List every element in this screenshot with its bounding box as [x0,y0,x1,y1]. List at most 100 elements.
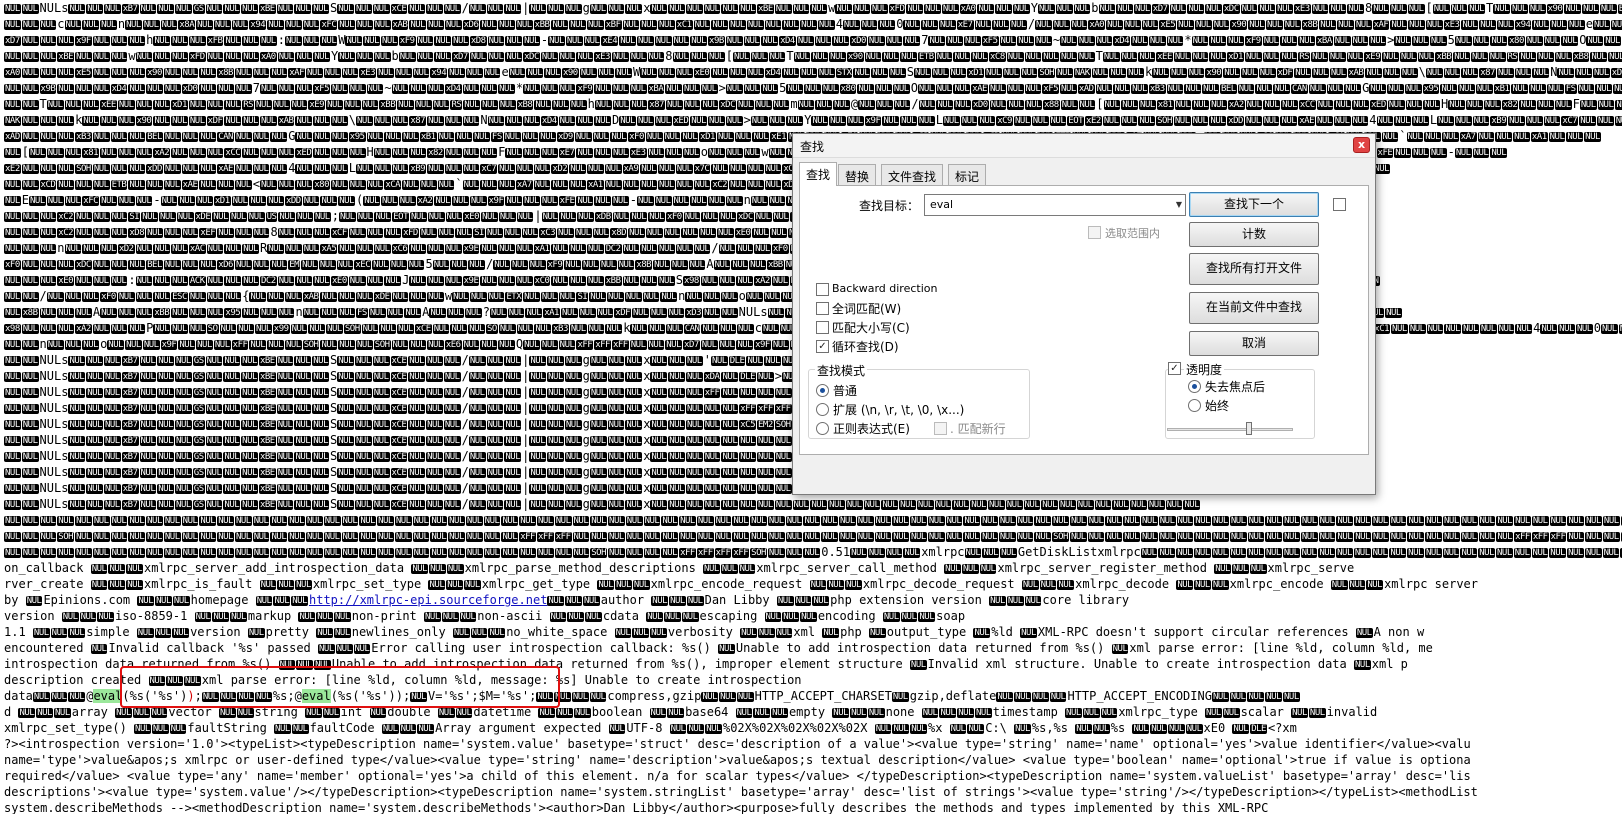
control-char-token: NUL [473,132,490,142]
find-next-button[interactable]: 查找下一个 [1189,192,1319,217]
control-char-token: NUL [1546,84,1564,94]
text-token: n [57,241,65,255]
control-char-token: NUL [426,420,443,430]
control-char-token: NUL [630,324,648,334]
control-char-token: NUL [583,36,601,46]
control-char-token: NUL [426,372,443,382]
count-button[interactable]: 计数 [1189,222,1319,247]
control-char-token: NUL [1497,324,1515,334]
control-char-token: NUL [1098,4,1116,14]
wrap-around-checkbox[interactable]: ✓ [816,340,829,353]
control-char-token: NUL [234,532,252,542]
control-char-token: NUL [654,36,672,46]
control-char-token: NUL [701,692,719,702]
control-char-token: NUL [1041,500,1059,510]
find-in-current-file-button[interactable]: 在当前文件中查找 [1189,292,1319,324]
control-char-token: NUL [432,324,450,334]
control-char-token: NUL [79,612,97,622]
control-char-token: NUL [206,244,224,254]
find-dialog[interactable]: 查找 x 查找 替换 文件查找 标记 查找目标： eval ▼ 查找下一个 选取… [792,133,1376,495]
control-char-token: NUL [661,532,679,542]
control-char-token: NUL [1454,36,1472,46]
control-char-token: NUL [1394,148,1412,158]
control-char-token: NUL [918,100,936,110]
transparency-always-radio[interactable] [1188,399,1201,412]
text-token: to [635,673,658,687]
close-button[interactable]: x [1353,137,1370,153]
control-char-token: NUL [242,52,259,62]
control-char-token: NUL [1391,324,1408,334]
control-char-token: NUL [899,500,916,510]
find-next-extra-checkbox[interactable] [1333,198,1346,211]
control-char-token: NUL [337,356,354,366]
control-char-token: NUL [39,116,57,126]
search-input[interactable]: eval ▼ [924,194,1186,216]
control-char-token: NUL [139,4,157,14]
cancel-button[interactable]: 取消 [1189,331,1319,356]
control-char-token: NUL [1158,516,1176,526]
control-char-token: NUL [1012,4,1030,14]
tab-mark[interactable]: 标记 [948,164,987,185]
control-char-token: NUL [486,500,504,510]
control-char-token: NUL [1513,132,1530,142]
control-char-token: NUL [529,388,547,398]
transparency-on-lose-focus-radio[interactable] [1188,380,1201,393]
control-char-token: NUL [625,548,643,558]
tab-find[interactable]: 查找 [799,162,838,186]
tab-replace[interactable]: 替换 [838,164,877,185]
control-char-token: NUL [312,372,329,382]
control-char-token: xAD [4,132,21,142]
text-token: %s,%s [1031,721,1076,735]
whole-word-checkbox[interactable] [816,302,829,315]
control-char-token: NUL [578,308,596,318]
control-char-token: NUL [743,36,761,46]
mode-extended-radio[interactable] [816,403,829,416]
mode-normal-radio[interactable] [816,384,829,397]
control-char-token: NUL [249,196,267,206]
in-selection-checkbox[interactable] [1088,226,1101,239]
dot-matches-newline-checkbox[interactable] [934,422,947,435]
backward-direction-checkbox[interactable] [816,283,829,296]
control-char-token: NUL [505,52,523,62]
control-char-token: NUL [672,36,690,46]
control-char-token: SOH [57,532,75,542]
control-char-token: NUL [4,244,21,254]
dialog-titlebar[interactable]: 查找 x [793,134,1375,158]
control-char-token: NUL [468,500,486,510]
text-token: / [461,369,469,383]
transparency-slider[interactable] [1167,428,1293,431]
control-char-token: NUL [294,4,312,14]
control-char-token: NUL [1100,708,1118,718]
control-char-token: NUL [1354,20,1372,30]
control-char-token: NUL [29,196,46,206]
control-char-token: NUL [547,388,564,398]
control-char-token: NUL [381,196,398,206]
find-all-open-files-button[interactable]: 查找所有打开文件 [1189,253,1319,285]
control-char-token: NUL [294,500,312,510]
transparency-checkbox[interactable]: ✓ [1168,362,1181,375]
control-char-token: NUL [503,132,521,142]
control-char-token: NUL [1095,84,1113,94]
text-token: / [461,481,469,495]
control-char-token: NUL [1205,4,1222,14]
control-char-token: NUL [4,340,21,350]
control-char-token: NUL [276,452,294,462]
control-char-token: NUL [557,228,574,238]
control-char-token: NUL [1478,532,1496,542]
control-char-token: NUL [573,708,591,718]
match-case-checkbox[interactable] [816,321,829,334]
control-char-token: NUL [737,100,754,110]
mode-regex-radio[interactable] [816,422,829,435]
control-char-token: NUL [115,708,132,718]
control-char-token: NUL [737,324,754,334]
control-char-token: NUL [1014,724,1031,734]
control-char-token: SI [473,228,485,238]
text-token: the [914,801,944,814]
transparency-slider-handle[interactable] [1245,422,1252,435]
chevron-down-icon[interactable]: ▼ [1176,200,1182,209]
control-char-token: NUL [142,340,160,350]
control-char-token: NUL [295,228,313,238]
homepage-link[interactable]: http://xmlrpc-epi.sourceforge.net [309,593,547,607]
tab-find-in-files[interactable]: 文件查找 [881,164,944,185]
control-char-token: xFC [82,196,100,206]
